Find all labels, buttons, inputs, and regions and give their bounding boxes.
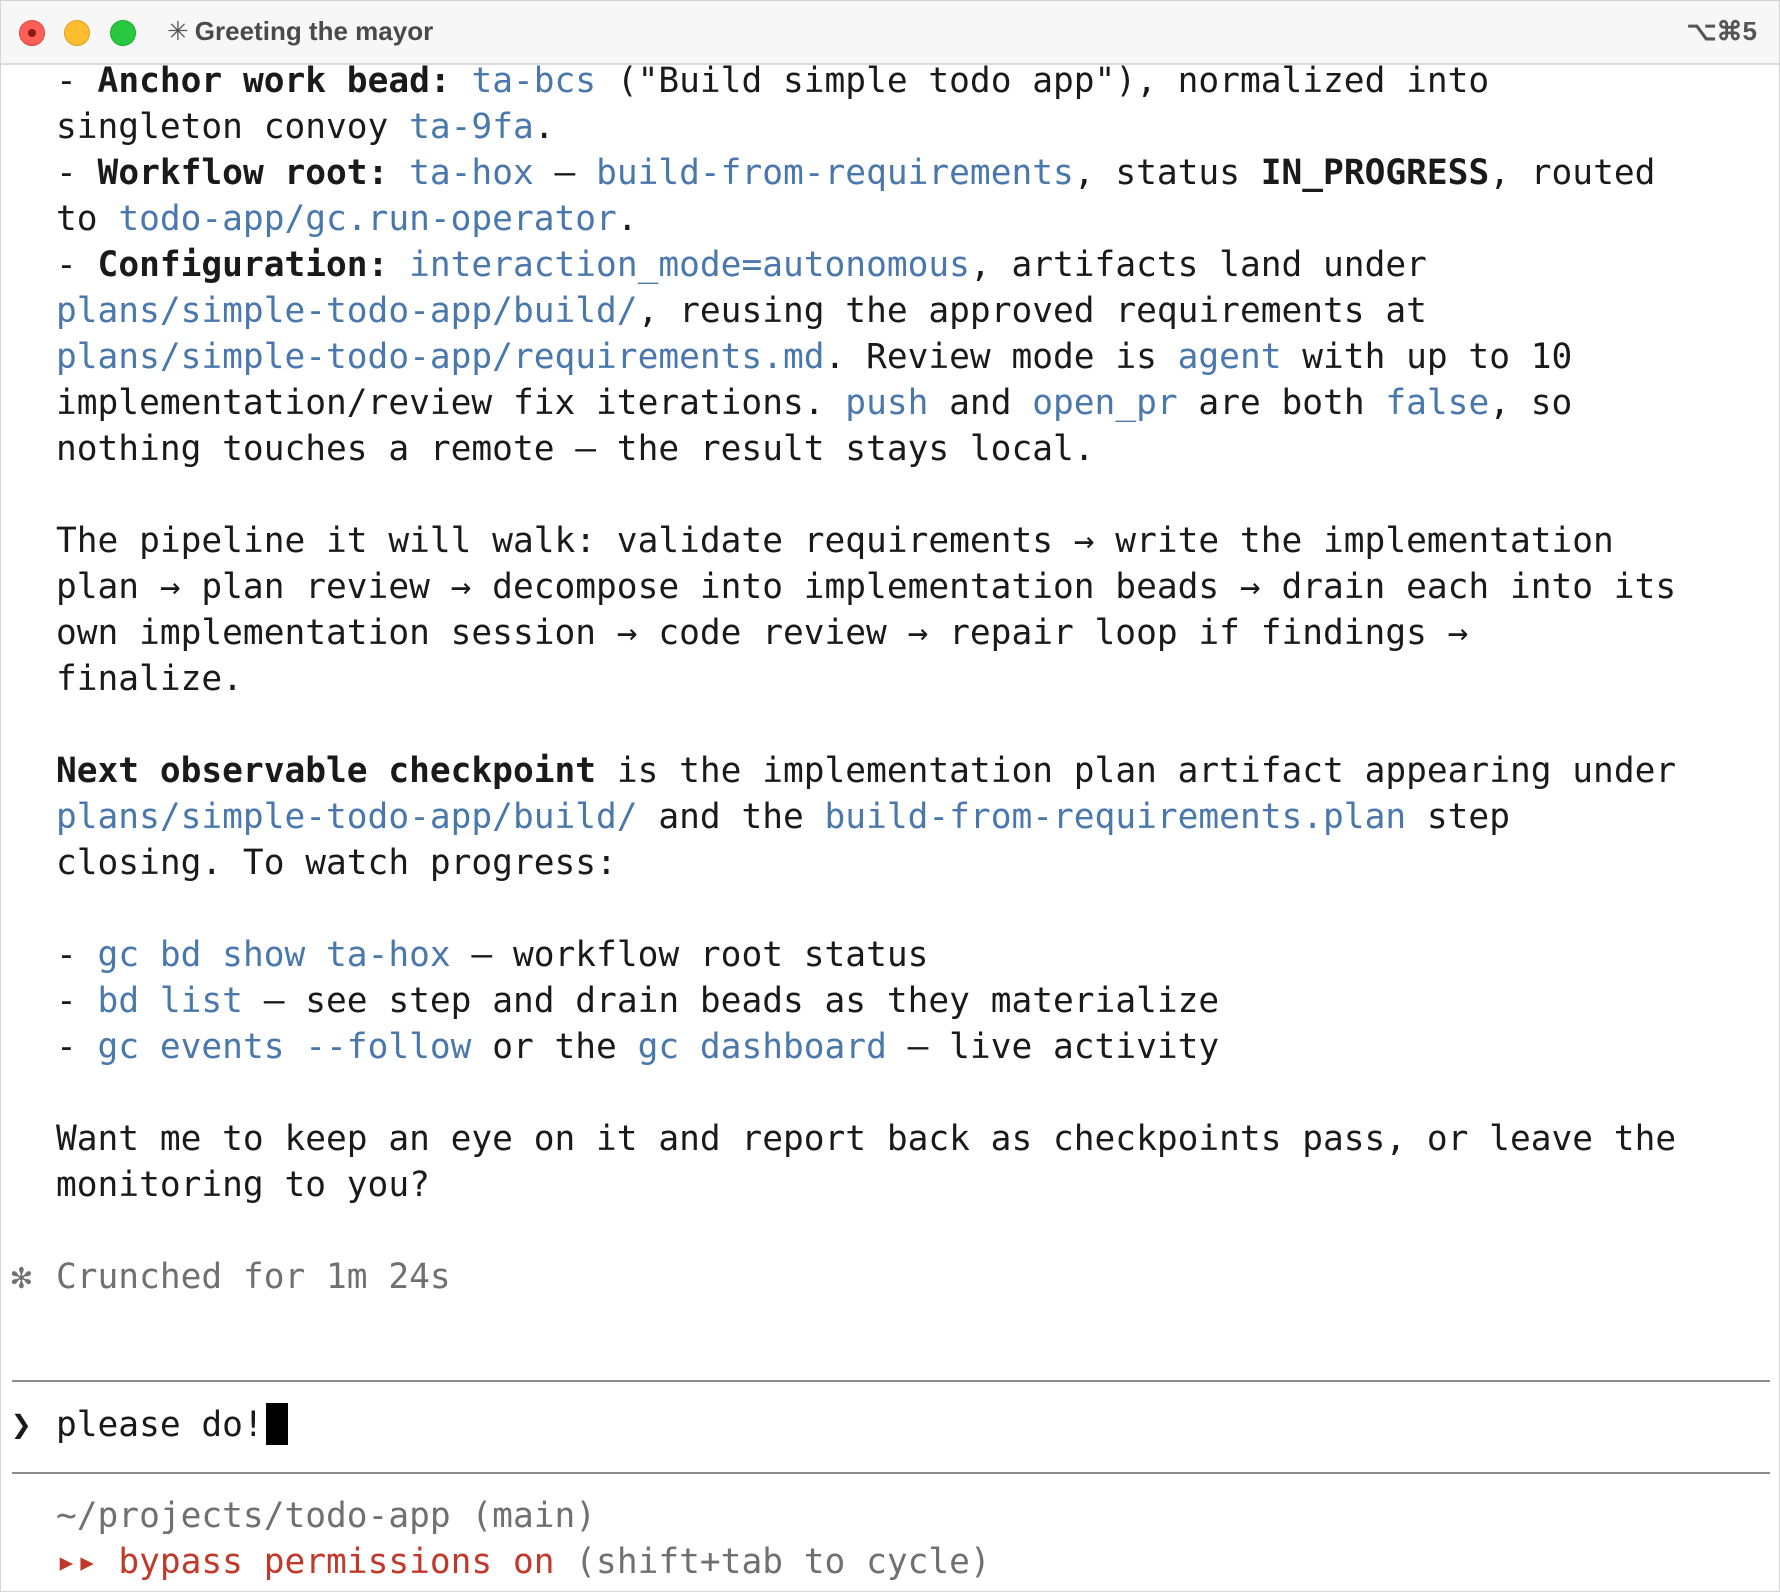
- output-line: finalize.: [56, 659, 243, 699]
- output-line: plans/simple-todo-app/build/ and the bui…: [56, 797, 1510, 837]
- prompt-bottom-divider: [12, 1472, 1770, 1474]
- output-line: singleton convoy ta-9fa.: [56, 107, 555, 147]
- output-line: - Workflow root: ta-hox — build-from-req…: [56, 153, 1656, 193]
- list-item: - gc bd show ta-hox — workflow root stat…: [56, 935, 929, 975]
- prompt-input-value[interactable]: please do!: [56, 1405, 264, 1445]
- minimize-window-button[interactable]: [64, 20, 90, 46]
- output-line: monitoring to you?: [56, 1165, 430, 1205]
- output-line: to todo-app/gc.run-operator.: [56, 199, 638, 239]
- terminal-window: ✳ Greeting the mayor ⌥⌘5 - Anchor work be…: [0, 0, 1780, 1592]
- close-window-button[interactable]: [19, 20, 45, 46]
- permission-mode-hint: (shift+tab to cycle): [554, 1542, 991, 1582]
- zoom-window-button[interactable]: [110, 20, 136, 46]
- permission-mode-indicator[interactable]: ▸▸ bypass permissions on (shift+tab to c…: [56, 1539, 991, 1585]
- status-text: Crunched for 1m 24s: [56, 1257, 451, 1297]
- fast-forward-icon: ▸▸: [56, 1542, 98, 1582]
- working-directory: ~/projects/todo-app (main): [56, 1496, 597, 1536]
- output-line: The pipeline it will walk: validate requ…: [56, 521, 1614, 561]
- output-line: plan → plan review → decompose into impl…: [56, 567, 1677, 607]
- output-line: - Anchor work bead: ta-bcs ("Build simpl…: [56, 61, 1490, 101]
- output-line: Next observable checkpoint is the implem…: [56, 751, 1677, 791]
- text-cursor: [265, 1403, 288, 1445]
- tab-shortcut: ⌥⌘5: [1686, 16, 1757, 46]
- prompt-top-divider: [12, 1380, 1770, 1382]
- output-line: nothing touches a remote — the result st…: [56, 429, 1095, 469]
- status-icon: ✻: [11, 1257, 32, 1297]
- sparkle-icon: ✳: [167, 16, 189, 46]
- list-item: - gc events --follow or the gc dashboard…: [56, 1027, 1220, 1067]
- prompt-input[interactable]: please do!: [56, 1402, 288, 1448]
- prompt-chevron-icon: ❯: [11, 1405, 32, 1445]
- window-title-text: Greeting the mayor: [194, 16, 434, 46]
- output-line: implementation/review fix iterations. pu…: [56, 383, 1573, 423]
- title-bar: ✳ Greeting the mayor ⌥⌘5: [1, 1, 1779, 65]
- list-item: - bd list — see step and drain beads as …: [56, 981, 1220, 1021]
- output-line: plans/simple-todo-app/requirements.md. R…: [56, 337, 1573, 377]
- output-line: - Configuration: interaction_mode=autono…: [56, 245, 1427, 285]
- output-line: own implementation session → code review…: [56, 613, 1469, 653]
- window-title: ✳ Greeting the mayor: [167, 16, 433, 47]
- output-line: closing. To watch progress:: [56, 843, 617, 883]
- output-line: plans/simple-todo-app/build/, reusing th…: [56, 291, 1427, 331]
- permission-mode-label: bypass permissions on: [118, 1542, 555, 1582]
- output-line: Want me to keep an eye on it and report …: [56, 1119, 1677, 1159]
